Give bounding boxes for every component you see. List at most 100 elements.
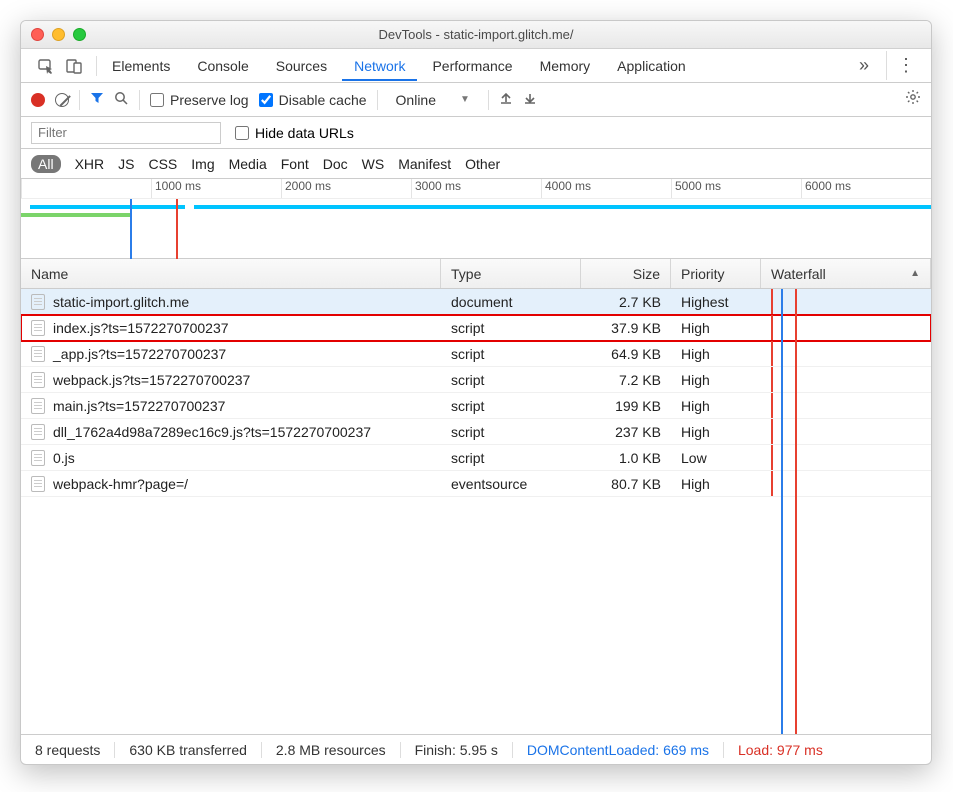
minimize-window-button[interactable] (52, 28, 65, 41)
type-filter-manifest[interactable]: Manifest (398, 156, 451, 172)
status-domcontentloaded: DOMContentLoaded: 669 ms (513, 742, 724, 758)
type-filter-doc[interactable]: Doc (323, 156, 348, 172)
request-type: script (441, 419, 581, 444)
table-header: Name Type Size Priority Waterfall▲ (21, 259, 931, 289)
type-filter-ws[interactable]: WS (362, 156, 385, 172)
request-waterfall (761, 315, 931, 340)
inspect-element-icon[interactable] (35, 55, 57, 77)
request-priority: High (671, 341, 761, 366)
request-type: script (441, 367, 581, 392)
request-type: script (441, 341, 581, 366)
overview-tick: 4000 ms (541, 179, 671, 198)
column-waterfall[interactable]: Waterfall▲ (761, 259, 931, 288)
type-filter-other[interactable]: Other (465, 156, 500, 172)
filter-input[interactable] (31, 122, 221, 144)
request-type: script (441, 445, 581, 470)
request-size: 80.7 KB (581, 471, 671, 496)
tab-performance[interactable]: Performance (420, 52, 524, 80)
network-toolbar: Preserve log Disable cache Online ▼ (21, 83, 931, 117)
type-filter-row: All XHR JS CSS Img Media Font Doc WS Manifest Othe… (21, 149, 931, 179)
table-row[interactable]: static-import.glitch.medocument2.7 KBHig… (21, 289, 931, 315)
file-icon (31, 398, 45, 414)
request-type: script (441, 393, 581, 418)
request-priority: Low (671, 445, 761, 470)
upload-har-icon[interactable] (499, 91, 513, 108)
download-har-icon[interactable] (523, 91, 537, 108)
settings-menu-icon[interactable]: ⋮ (886, 51, 925, 80)
request-waterfall (761, 341, 931, 366)
search-icon[interactable] (114, 91, 129, 109)
request-waterfall (761, 445, 931, 470)
status-resources: 2.8 MB resources (262, 742, 401, 758)
close-window-button[interactable] (31, 28, 44, 41)
sort-indicator-icon: ▲ (910, 268, 920, 279)
request-waterfall (761, 471, 931, 496)
column-type[interactable]: Type (441, 259, 581, 288)
file-icon (31, 294, 45, 310)
window-title: DevTools - static-import.glitch.me/ (378, 27, 573, 42)
window-controls (31, 28, 86, 41)
request-priority: High (671, 367, 761, 392)
table-row[interactable]: main.js?ts=1572270700237script199 KBHigh (21, 393, 931, 419)
maximize-window-button[interactable] (73, 28, 86, 41)
overview-tick (21, 179, 151, 198)
type-filter-media[interactable]: Media (229, 156, 267, 172)
request-type: script (441, 315, 581, 340)
record-button[interactable] (31, 93, 45, 107)
file-icon (31, 346, 45, 362)
table-row[interactable]: webpack-hmr?page=/eventsource80.7 KBHigh (21, 471, 931, 497)
clear-button[interactable] (55, 93, 69, 107)
overview-tick: 6000 ms (801, 179, 931, 198)
type-filter-font[interactable]: Font (281, 156, 309, 172)
overview-tick: 2000 ms (281, 179, 411, 198)
throttling-select[interactable]: Online ▼ (388, 90, 478, 110)
request-name: 0.js (53, 450, 75, 466)
column-priority[interactable]: Priority (671, 259, 761, 288)
request-size: 2.7 KB (581, 289, 671, 314)
filter-row: Hide data URLs (21, 117, 931, 149)
request-size: 1.0 KB (581, 445, 671, 470)
status-load: Load: 977 ms (724, 742, 837, 758)
tab-application[interactable]: Application (605, 52, 698, 80)
disable-cache-checkbox[interactable]: Disable cache (259, 92, 367, 108)
request-name: main.js?ts=1572270700237 (53, 398, 225, 414)
hide-data-urls-label: Hide data URLs (255, 125, 354, 141)
table-row[interactable]: index.js?ts=1572270700237script37.9 KBHi… (21, 315, 931, 341)
table-row[interactable]: webpack.js?ts=1572270700237script7.2 KBH… (21, 367, 931, 393)
status-requests: 8 requests (21, 742, 115, 758)
tab-memory[interactable]: Memory (528, 52, 603, 80)
request-waterfall (761, 419, 931, 444)
table-row[interactable]: dll_1762a4d98a7289ec16c9.js?ts=157227070… (21, 419, 931, 445)
request-name: _app.js?ts=1572270700237 (53, 346, 226, 362)
tab-network[interactable]: Network (342, 52, 417, 80)
tab-sources[interactable]: Sources (264, 52, 339, 80)
table-row[interactable]: 0.js script1.0 KBLow (21, 445, 931, 471)
type-filter-img[interactable]: Img (191, 156, 214, 172)
hide-data-urls-checkbox[interactable]: Hide data URLs (235, 125, 354, 141)
request-table: Name Type Size Priority Waterfall▲ stati… (21, 259, 931, 734)
tab-console[interactable]: Console (185, 52, 260, 80)
type-filter-js[interactable]: JS (118, 156, 134, 172)
request-priority: High (671, 315, 761, 340)
column-size[interactable]: Size (581, 259, 671, 288)
preserve-log-checkbox[interactable]: Preserve log (150, 92, 249, 108)
device-toolbar-icon[interactable] (63, 55, 85, 77)
request-size: 64.9 KB (581, 341, 671, 366)
request-name: static-import.glitch.me (53, 294, 189, 310)
timeline-overview[interactable]: 1000 ms2000 ms3000 ms4000 ms5000 ms6000 … (21, 179, 931, 259)
filter-toggle-icon[interactable] (90, 91, 104, 108)
column-name[interactable]: Name (21, 259, 441, 288)
file-icon (31, 320, 45, 336)
request-size: 199 KB (581, 393, 671, 418)
preserve-log-label: Preserve log (170, 92, 249, 108)
type-filter-xhr[interactable]: XHR (75, 156, 105, 172)
type-filter-css[interactable]: CSS (148, 156, 177, 172)
request-waterfall (761, 367, 931, 392)
disable-cache-label: Disable cache (279, 92, 367, 108)
tab-elements[interactable]: Elements (100, 52, 182, 80)
more-tabs-icon[interactable]: » (849, 51, 879, 80)
type-filter-all[interactable]: All (31, 155, 61, 173)
gear-icon[interactable] (905, 89, 921, 110)
file-icon (31, 424, 45, 440)
table-row[interactable]: _app.js?ts=1572270700237 script64.9 KBHig… (21, 341, 931, 367)
